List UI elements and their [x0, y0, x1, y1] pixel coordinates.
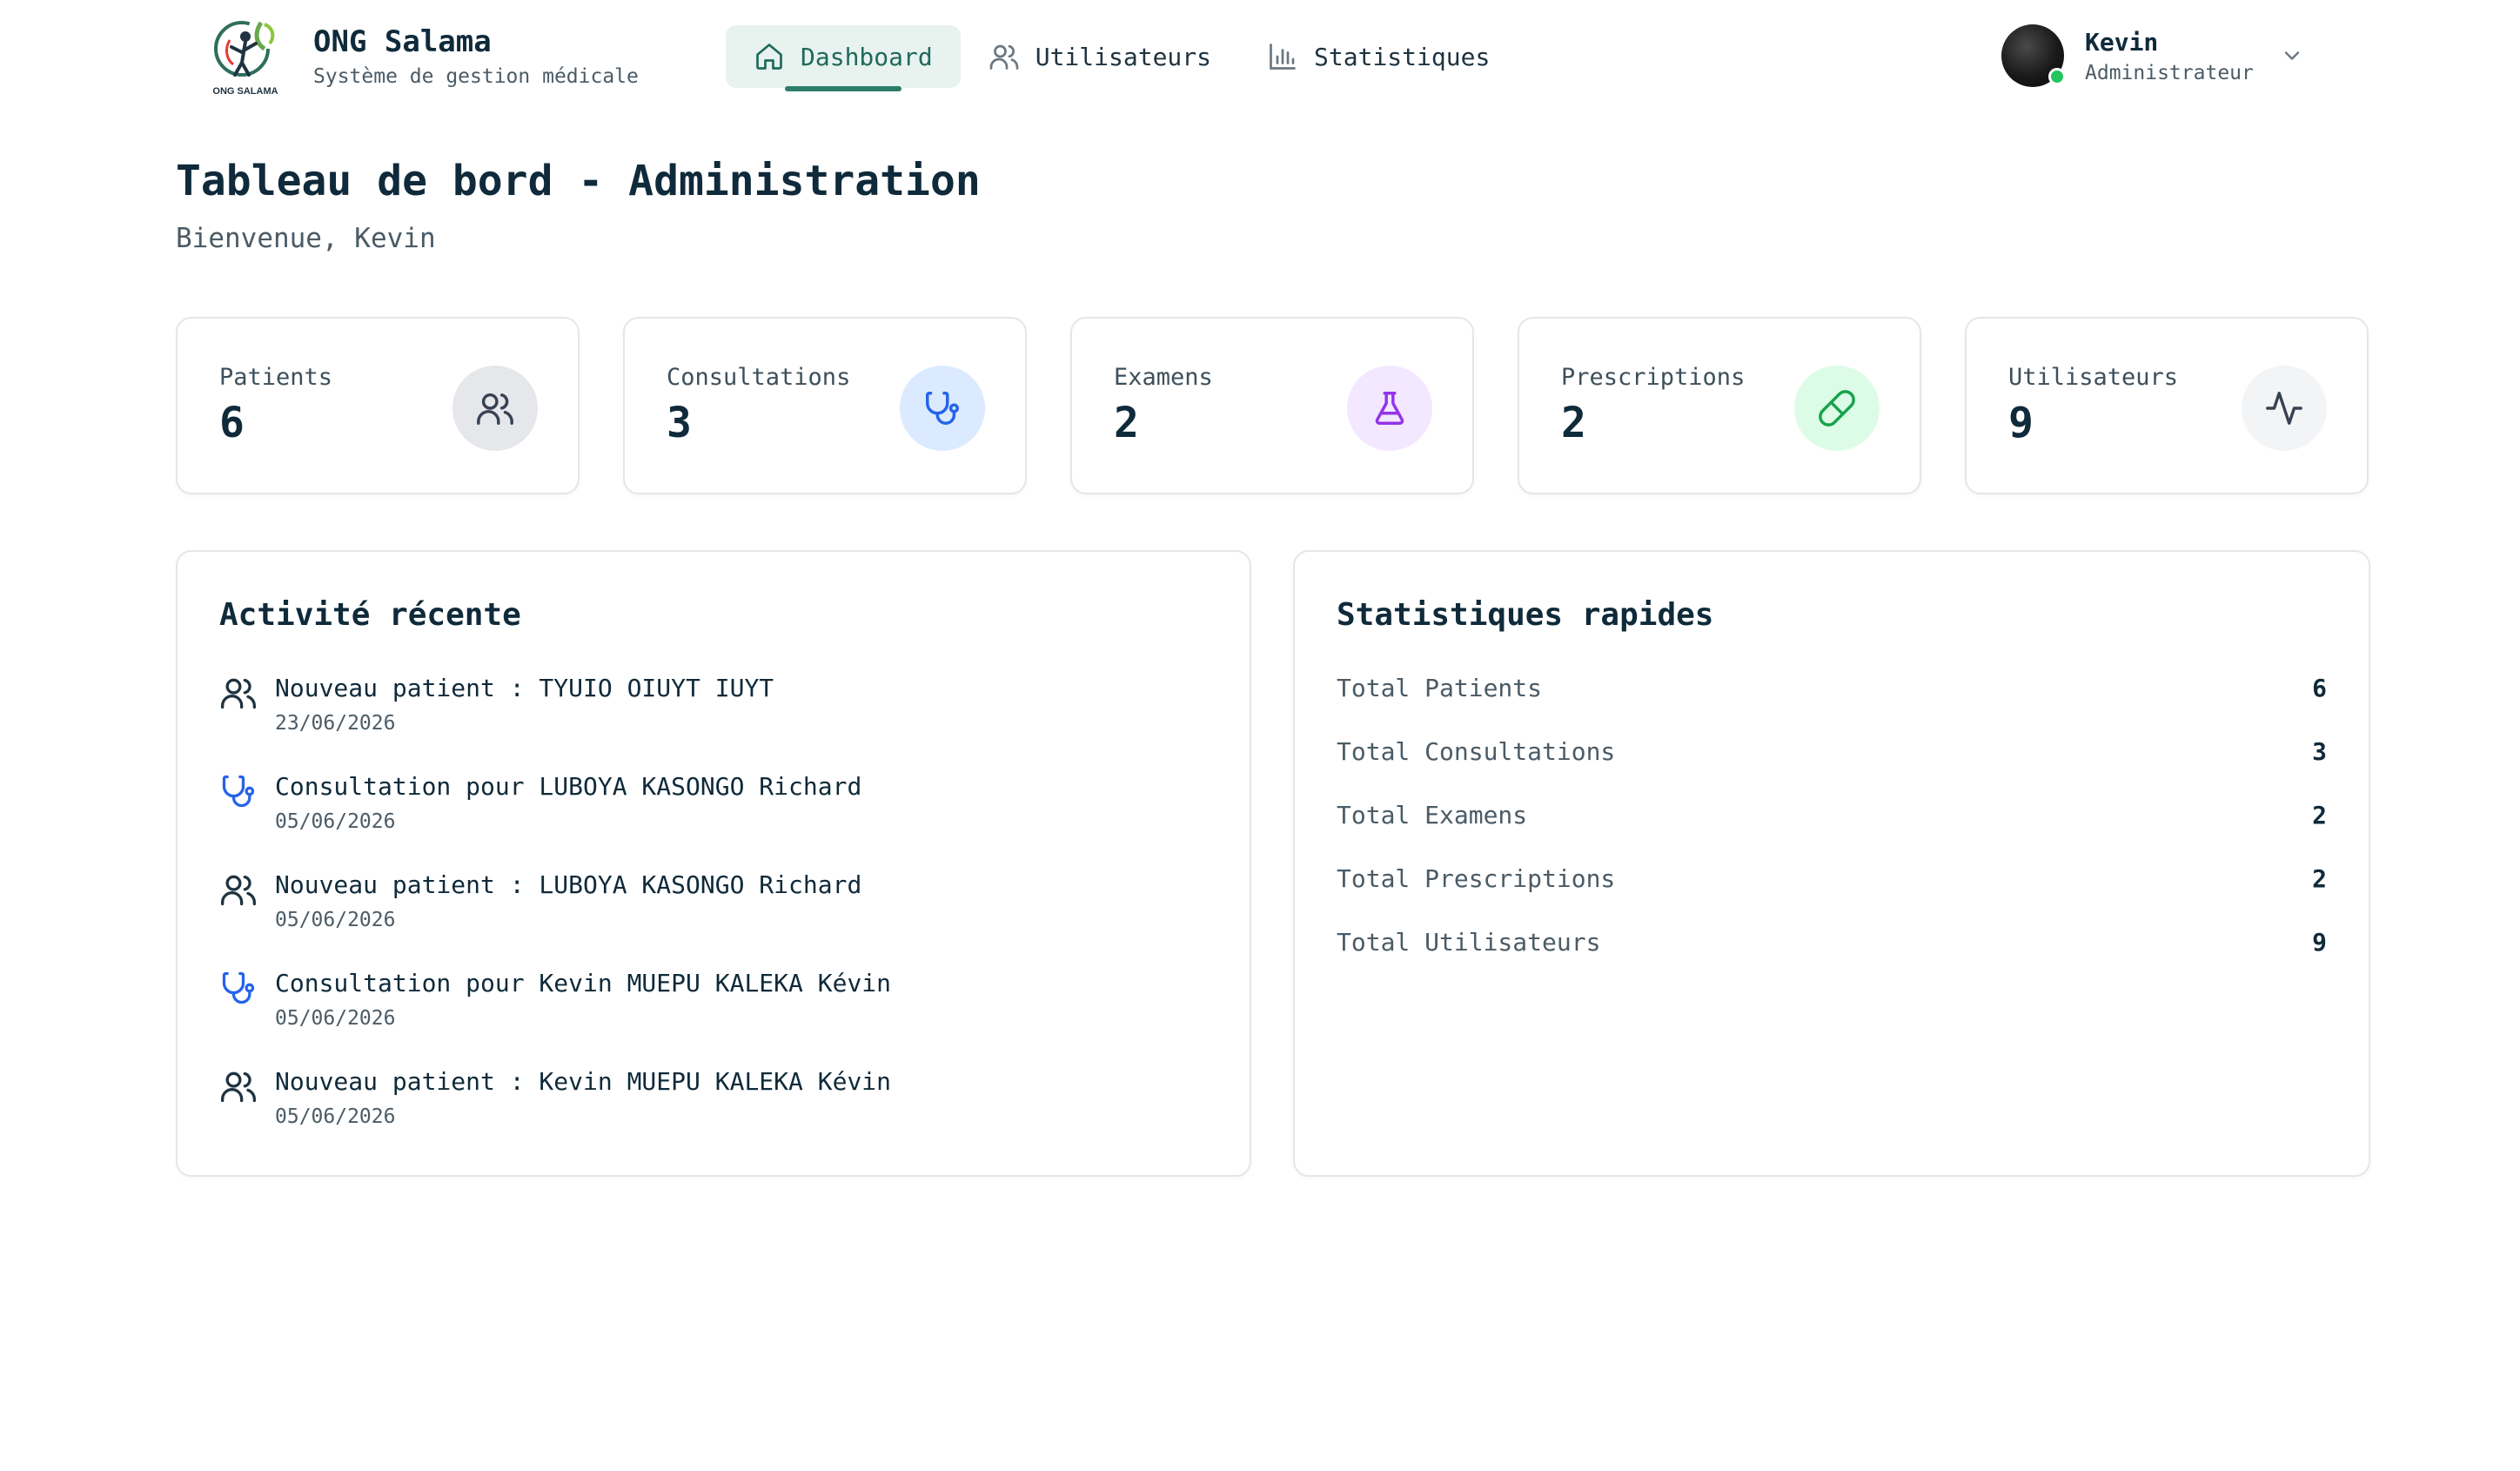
- activity-text: Consultation pour LUBOYA KASONGO Richard: [275, 772, 862, 801]
- stat-card-value: 6: [219, 399, 245, 447]
- bar-chart-icon: [1270, 44, 1296, 70]
- user-name: Kevin: [2085, 28, 2159, 57]
- stat-card-label: Prescriptions: [1561, 364, 1746, 391]
- nav-utilisateurs-label: Utilisateurs: [1035, 42, 1212, 71]
- stat-row: Total Prescriptions 2: [1337, 863, 2327, 926]
- activity-text: Nouveau patient : TYUIO OIUYT IUYT: [275, 674, 774, 702]
- stat-card-label: Examens: [1114, 364, 1213, 391]
- activity-date: 23/06/2026: [275, 712, 396, 735]
- nav-utilisateurs[interactable]: Utilisateurs: [961, 25, 1239, 88]
- recent-activity-title: Activité récente: [219, 597, 521, 633]
- activity-text: Consultation pour Kevin MUEPU KALEKA Kév…: [275, 969, 892, 997]
- stat-card-examens: Examens 2: [1070, 317, 1474, 494]
- list-item[interactable]: Nouveau patient : Kevin MUEPU KALEKA Kév…: [219, 1065, 1176, 1164]
- stat-card-consultations: Consultations 3: [623, 317, 1027, 494]
- stat-row-value: 2: [2312, 801, 2327, 830]
- list-item[interactable]: Consultation pour Kevin MUEPU KALEKA Kév…: [219, 967, 1176, 1065]
- avatar: [2001, 24, 2066, 87]
- list-item[interactable]: Nouveau patient : TYUIO OIUYT IUYT 23/06…: [219, 672, 1176, 770]
- activity-text: Nouveau patient : Kevin MUEPU KALEKA Kév…: [275, 1067, 892, 1096]
- stethoscope-icon: [222, 971, 255, 1004]
- stat-row-label: Total Examens: [1337, 801, 1528, 830]
- stat-card-value: 2: [1114, 399, 1139, 447]
- home-icon: [756, 44, 782, 70]
- user-role: Administrateur: [2085, 62, 2254, 84]
- ong-salama-logo: ONG SALAMA: [204, 14, 287, 97]
- stat-row-value: 2: [2312, 864, 2327, 893]
- stat-row-value: 3: [2312, 737, 2327, 766]
- activity-date: 05/06/2026: [275, 909, 396, 931]
- list-item[interactable]: Nouveau patient : LUBOYA KASONGO Richard…: [219, 869, 1176, 967]
- top-header: ONG SALAMA ONG Salama Système de gestion…: [0, 0, 2520, 115]
- user-menu[interactable]: Kevin Administrateur: [2001, 24, 2304, 87]
- stat-row: Total Consultations 3: [1337, 736, 2327, 799]
- users-icon: [221, 678, 256, 709]
- stat-card-label: Consultations: [667, 364, 851, 391]
- activity-date: 05/06/2026: [275, 1007, 396, 1030]
- stat-row: Total Examens 2: [1337, 799, 2327, 863]
- quick-stats-panel: Statistiques rapides Total Patients 6 To…: [1293, 550, 2370, 1177]
- users-icon: [989, 44, 1019, 70]
- users-icon: [221, 875, 256, 906]
- activity-date: 05/06/2026: [275, 810, 396, 833]
- activity-icon: [2242, 366, 2327, 451]
- activity-list: Nouveau patient : TYUIO OIUYT IUYT 23/06…: [219, 672, 1176, 1164]
- stat-card-value: 2: [1561, 399, 1586, 447]
- brand[interactable]: ONG SALAMA ONG Salama Système de gestion…: [204, 14, 639, 97]
- svg-text:ONG SALAMA: ONG SALAMA: [212, 86, 278, 97]
- users-icon: [221, 1071, 256, 1103]
- stethoscope-icon: [900, 366, 985, 451]
- stethoscope-icon: [222, 775, 255, 808]
- stat-card-prescriptions: Prescriptions 2: [1518, 317, 1921, 494]
- stat-row-label: Total Utilisateurs: [1337, 928, 1601, 957]
- quick-stats-list: Total Patients 6 Total Consultations 3 T…: [1337, 672, 2327, 990]
- stat-row-value: 6: [2312, 674, 2327, 702]
- chevron-down-icon[interactable]: [2280, 44, 2304, 68]
- dashboard-page: ONG SALAMA ONG Salama Système de gestion…: [0, 0, 2520, 1471]
- nav-statistiques-label: Statistiques: [1314, 42, 1491, 71]
- stat-card-value: 9: [2008, 399, 2034, 447]
- list-item[interactable]: Consultation pour LUBOYA KASONGO Richard…: [219, 770, 1176, 869]
- activity-text: Nouveau patient : LUBOYA KASONGO Richard: [275, 870, 862, 899]
- stat-row-label: Total Consultations: [1337, 737, 1616, 766]
- brand-title: ONG Salama: [313, 24, 492, 59]
- stat-card-utilisateurs: Utilisateurs 9: [1965, 317, 2369, 494]
- brand-subtitle: Système de gestion médicale: [313, 65, 639, 88]
- activity-date: 05/06/2026: [275, 1105, 396, 1128]
- pill-icon: [1794, 366, 1880, 451]
- nav-dashboard[interactable]: Dashboard: [726, 25, 961, 91]
- stat-card-value: 3: [667, 399, 692, 447]
- welcome-text: Bienvenue, Kevin: [176, 223, 436, 254]
- online-status-dot: [2048, 68, 2066, 85]
- recent-activity-panel: Activité récente Nouveau patient : TYUIO…: [176, 550, 1251, 1177]
- stat-card-label: Utilisateurs: [2008, 364, 2179, 391]
- stat-card-label: Patients: [219, 364, 333, 391]
- stat-row-label: Total Prescriptions: [1337, 864, 1616, 893]
- main-nav: Dashboard Utilisateurs Statistiques: [726, 25, 1518, 91]
- stat-row-value: 9: [2312, 928, 2327, 957]
- stat-row: Total Utilisateurs 9: [1337, 926, 2327, 990]
- flask-icon: [1347, 366, 1432, 451]
- nav-statistiques[interactable]: Statistiques: [1239, 25, 1518, 88]
- stat-card-patients: Patients 6: [176, 317, 580, 494]
- nav-dashboard-label: Dashboard: [801, 42, 933, 71]
- users-icon: [452, 366, 538, 451]
- quick-stats-title: Statistiques rapides: [1337, 597, 1714, 633]
- page-title: Tableau de bord - Administration: [176, 157, 981, 205]
- stat-row: Total Patients 6: [1337, 672, 2327, 736]
- stat-row-label: Total Patients: [1337, 674, 1543, 702]
